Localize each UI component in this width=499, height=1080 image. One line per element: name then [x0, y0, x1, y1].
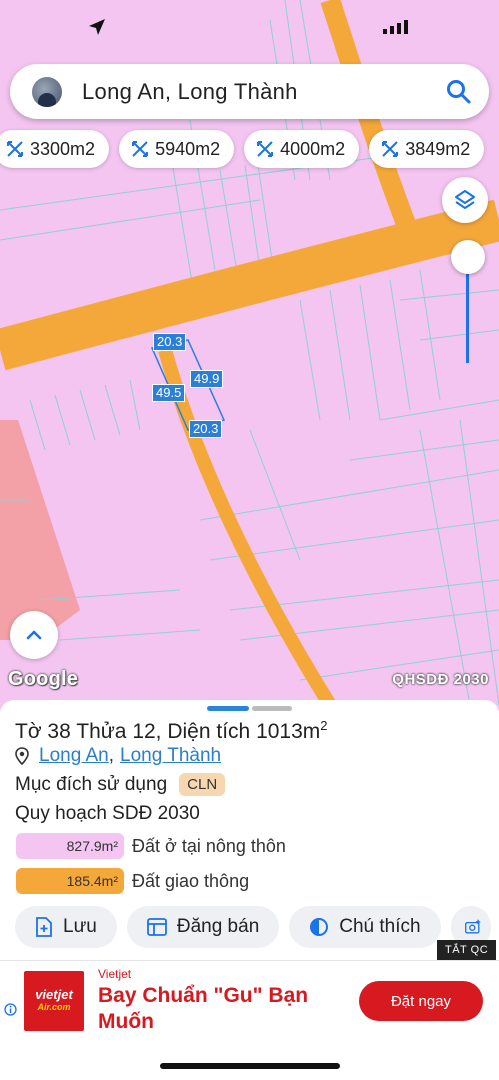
zone-label: Đất giao thông — [132, 870, 250, 891]
status-bar — [0, 0, 499, 52]
zone-area-swatch: 185.4m² — [16, 868, 124, 894]
location-province-link[interactable]: Long An — [39, 745, 109, 767]
listing-icon — [146, 918, 167, 936]
area-chips: 3300m2 5940m2 4000m2 3849m2 — [0, 130, 485, 170]
ad-cta-button[interactable]: Đặt ngay — [359, 981, 483, 1021]
area-chip[interactable]: 3849m2 — [369, 130, 485, 168]
ad-info-icon[interactable] — [4, 1003, 17, 1016]
chevron-up-icon — [26, 630, 42, 640]
plan-title: Quy hoạch SDĐ 2030 — [15, 803, 200, 824]
logo-line1: vietjet — [35, 987, 73, 1002]
add-photo-icon — [464, 919, 480, 934]
location-row: Long An, Long Thành — [15, 745, 221, 767]
parcel-info-sheet: Tờ 38 Thửa 12, Diện tích 1013m2 Long An,… — [0, 700, 499, 960]
map-view[interactable]: 20.3 49.9 49.5 20.3 Long An, Long Thành … — [0, 0, 499, 705]
logo-line2: Air.com — [37, 1002, 71, 1012]
sheet-handle[interactable] — [207, 706, 249, 711]
ad-headline: Bay Chuẩn "Gu" Bạn Muốn — [98, 984, 309, 1033]
home-indicator[interactable] — [160, 1063, 340, 1069]
zone-label: Đất ở tại nông thôn — [132, 835, 286, 856]
layers-button[interactable] — [442, 177, 488, 223]
area-chip[interactable]: 4000m2 — [244, 130, 360, 168]
dim-label-right: 49.9 — [190, 370, 224, 388]
legend-button[interactable]: Chú thích — [289, 906, 441, 948]
signal-icon — [383, 20, 408, 34]
land-purpose-row: Mục đích sử dụng CLN — [15, 773, 226, 796]
parcel-area-unit: 2 — [320, 718, 328, 733]
ad-banner[interactable]: vietjet Air.com Vietjet Bay Chuẩn "Gu" B… — [0, 960, 499, 1040]
expand-button[interactable] — [10, 611, 58, 659]
dim-label-top: 20.3 — [153, 333, 187, 351]
sheet-handle-secondary[interactable] — [252, 706, 292, 711]
post-listing-label: Đăng bán — [176, 916, 260, 937]
location-arrow-icon — [89, 19, 105, 35]
home-area — [0, 1040, 499, 1080]
parcel-title: Tờ 38 Thửa 12, Diện tích 1013m2 — [15, 718, 328, 744]
google-logo: Google — [8, 668, 79, 690]
advertiser-logo: vietjet Air.com — [24, 971, 84, 1031]
location-separator: , — [108, 745, 115, 766]
opacity-slider-handle[interactable] — [451, 240, 485, 274]
ruler-icon — [257, 141, 274, 157]
chip-label: 5940m2 — [155, 138, 221, 159]
advertiser-name: Vietjet — [98, 967, 132, 981]
search-query[interactable]: Long An, Long Thành — [82, 79, 298, 105]
layers-icon — [455, 190, 475, 209]
search-icon[interactable] — [445, 78, 473, 106]
legend-label: Chú thích — [339, 916, 421, 937]
zone-row: 185.4m² Đất giao thông — [16, 868, 249, 894]
zone-area-swatch: 827.9m² — [16, 833, 124, 859]
parcel-title-prefix: Tờ 38 Thửa 12, Diện tích — [15, 720, 257, 743]
legend-icon — [310, 918, 329, 936]
chip-label: 3300m2 — [30, 138, 96, 159]
dim-label-left: 49.5 — [152, 384, 186, 402]
search-bar[interactable]: Long An, Long Thành — [10, 64, 489, 119]
plan-layer-label: QHSDĐ 2030 — [392, 671, 489, 688]
post-listing-button[interactable]: Đăng bán — [126, 906, 280, 948]
area-chip[interactable]: 3300m2 — [0, 130, 110, 168]
save-label: Lưu — [63, 916, 97, 937]
dim-label-bottom: 20.3 — [189, 420, 223, 438]
chip-label: 4000m2 — [280, 138, 346, 159]
area-chip[interactable]: 5940m2 — [119, 130, 235, 168]
purpose-label: Mục đích sử dụng — [15, 773, 168, 795]
ruler-icon — [7, 141, 23, 157]
zone-row: 827.9m² Đất ở tại nông thôn — [16, 833, 286, 859]
chip-label: 3849m2 — [405, 138, 471, 159]
action-bar: Lưu Đăng bán Chú thích — [15, 906, 491, 948]
location-district-link[interactable]: Long Thành — [120, 745, 221, 767]
save-icon — [36, 917, 52, 937]
purpose-code-badge: CLN — [179, 773, 226, 796]
avatar[interactable] — [32, 76, 62, 107]
ruler-icon — [132, 141, 149, 157]
ruler-icon — [382, 141, 399, 157]
save-button[interactable]: Lưu — [15, 906, 117, 948]
location-pin-icon — [15, 747, 29, 765]
parcel-area: 1013m — [256, 720, 321, 743]
close-ad-button[interactable]: TẮT QC — [437, 940, 497, 960]
